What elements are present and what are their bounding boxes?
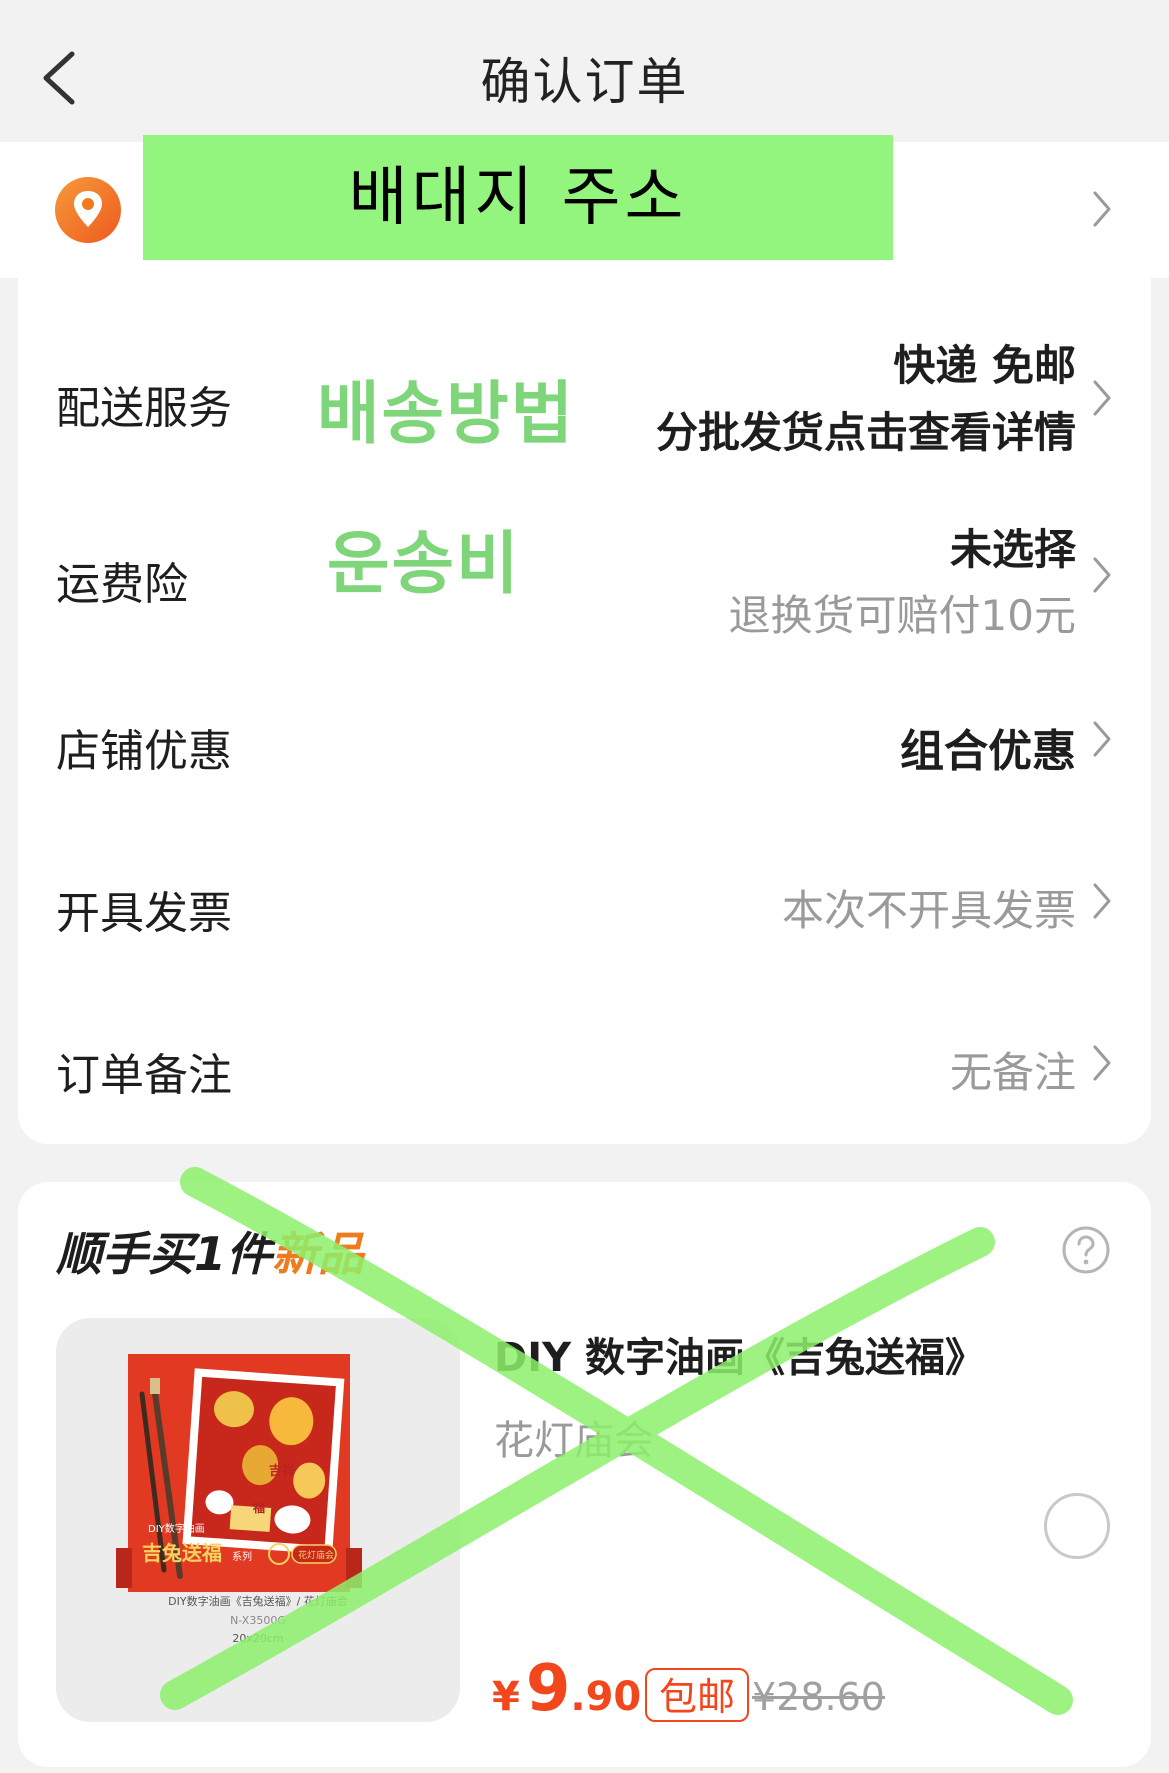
- lantern-tag-1: 吉祥: [269, 1463, 295, 1479]
- chevron-right-icon: [1093, 1045, 1111, 1081]
- product-name[interactable]: DIY 数字油画《吉兔送福》: [494, 1325, 985, 1383]
- store-discount-label: 店铺优惠: [56, 726, 232, 777]
- address-chevron-right-icon: [1093, 191, 1111, 227]
- shipping-fee-annotation: 운송비: [327, 525, 521, 604]
- product-image[interactable]: DIY数字油画 吉兔送福 系列 吉祥 福 花灯庙会 DIY数字油画《吉兔送福》/…: [56, 1318, 460, 1722]
- product-variant: 花灯庙会: [494, 1418, 654, 1464]
- order-note-value: 无备注: [949, 1048, 1076, 1097]
- product-price: ¥ 9 .90: [492, 1652, 641, 1726]
- product-box-illustration: DIY数字油画 吉兔送福 系列 吉祥 福 花灯庙会 DIY数字油画《吉兔送福》/…: [116, 1354, 362, 1645]
- add-product-radio[interactable]: [1044, 1493, 1110, 1559]
- box-seal: 花灯庙会: [298, 1549, 334, 1561]
- page-title: 确认订单: [480, 53, 689, 111]
- original-price: ¥28.60: [752, 1675, 885, 1719]
- shipping-insurance-value: 未选择: [949, 525, 1076, 574]
- delivery-method-annotation: 배송방법: [317, 375, 576, 454]
- box-series-top: DIY数字油画: [148, 1522, 205, 1535]
- invoice-label: 开具发票: [56, 888, 232, 939]
- add-on-title: 顺手买1件新品: [56, 1218, 364, 1284]
- box-series-suffix: 系列: [232, 1550, 252, 1563]
- price-integer: 9: [525, 1652, 571, 1726]
- chevron-right-icon: [1093, 883, 1111, 919]
- chevron-right-icon: [1093, 380, 1111, 416]
- delivery-service-value: 快递 免邮: [893, 341, 1076, 390]
- product-name-prefix: DIY 数字油画《: [494, 1335, 785, 1381]
- invoice-value: 本次不开具发票: [781, 886, 1076, 935]
- delivery-service-label: 配送服务: [56, 383, 232, 434]
- store-discount-value: 组合优惠: [900, 726, 1076, 777]
- box-series-name: 吉兔送福: [142, 1541, 222, 1565]
- box-code: N-X3500G: [230, 1614, 286, 1627]
- box-size: 20x20cm: [232, 1632, 283, 1645]
- delivery-service-detail: 分批发货点击查看详情: [655, 408, 1076, 457]
- new-product-tag: 新品: [272, 1227, 365, 1281]
- shipping-insurance-detail: 退换货可赔付10元: [728, 591, 1076, 640]
- order-note-label: 订单备注: [56, 1050, 232, 1101]
- add-on-title-main: 顺手买1件: [56, 1227, 273, 1281]
- shipping-insurance-label: 运费险: [56, 559, 188, 610]
- location-pin-icon: [55, 177, 121, 243]
- box-caption: DIY数字油画《吉兔送福》/ 花灯庙会: [168, 1594, 348, 1608]
- lantern-tag-2: 福: [252, 1500, 265, 1515]
- product-name-suffix: 》: [944, 1335, 985, 1381]
- product-name-highlight: 吉兔送福: [784, 1335, 945, 1381]
- chevron-right-icon: [1093, 721, 1111, 757]
- help-icon[interactable]: [1061, 1225, 1111, 1275]
- price-decimal: .90: [570, 1674, 642, 1720]
- chevron-right-icon: [1093, 557, 1111, 593]
- free-shipping-badge: 包邮: [645, 1668, 750, 1722]
- price-symbol: ¥: [492, 1674, 520, 1720]
- address-annotation: 배대지 주소: [143, 135, 893, 265]
